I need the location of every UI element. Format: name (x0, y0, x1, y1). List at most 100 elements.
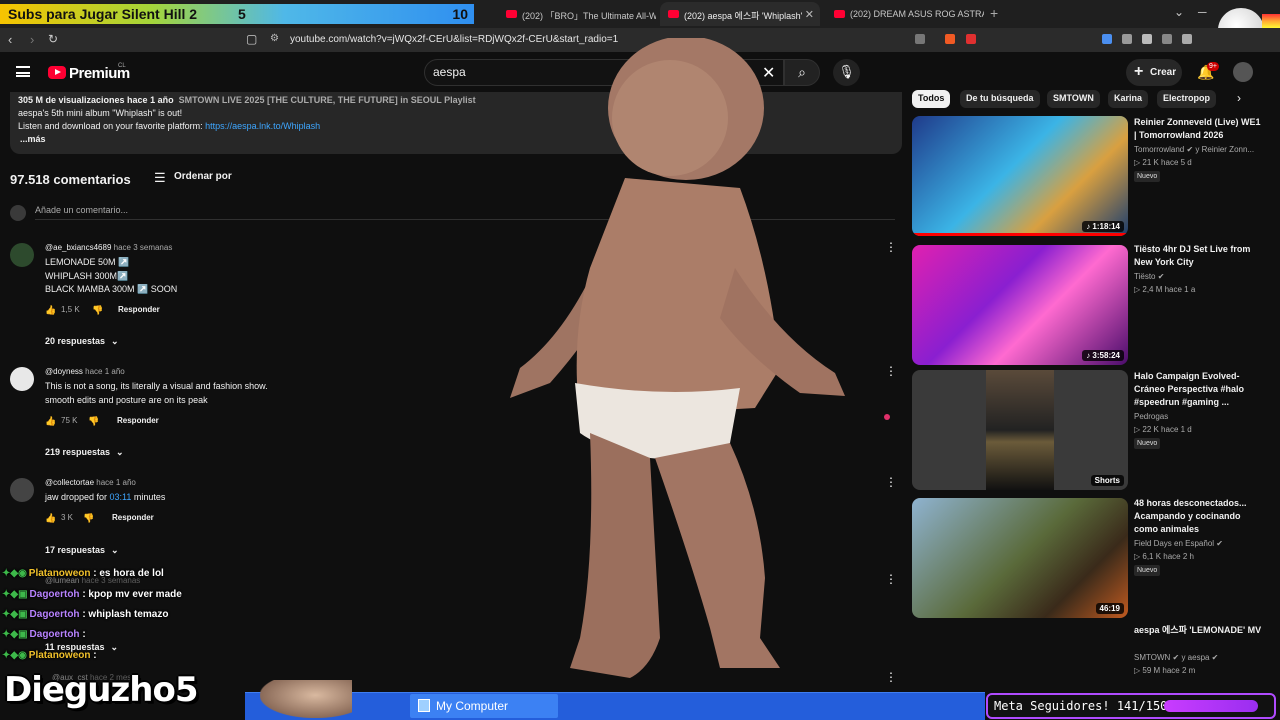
hand-overlay (260, 680, 352, 718)
playlist-tag[interactable]: SMTOWN LIVE 2025 [THE CULTURE, THE FUTUR… (179, 95, 476, 105)
replies-toggle[interactable]: 17 respuestas ⌄ (45, 545, 119, 556)
rewards-icon[interactable] (966, 34, 976, 44)
chat-badges-icon: ✦◆▣ (2, 629, 28, 640)
comment-author[interactable]: @doyness hace 1 año (45, 367, 125, 376)
chip-karina[interactable]: Karina (1108, 90, 1149, 108)
chat-message: ✦◆▣ Dagoertoh : (2, 629, 86, 640)
chat-badges-icon: ✦◆◉ (2, 650, 27, 661)
replies-toggle[interactable]: 219 respuestas ⌄ (45, 447, 124, 458)
browser-tab-1[interactable]: (202) 「BRO」The Ultimate All-White F (498, 2, 656, 26)
video-channel[interactable]: Field Days en Español ✔ (1134, 539, 1223, 548)
add-comment-input[interactable]: Añade un comentario... (35, 205, 128, 215)
brave-shield-icon[interactable] (945, 34, 955, 44)
sidebar-icon[interactable] (1182, 34, 1192, 44)
comment-more-icon[interactable]: ⋮ (885, 364, 897, 378)
site-settings-icon[interactable]: ⚙ (270, 33, 279, 44)
browser-tab-3[interactable]: (202) DREAM ASUS ROG ASTRAL RTX (826, 2, 984, 26)
dislike-icon[interactable]: 👎 (83, 513, 94, 524)
sort-button[interactable]: Ordenar por (174, 171, 232, 182)
back-icon[interactable]: ‹ (8, 32, 12, 47)
video-title[interactable]: Tiësto 4hr DJ Set Live from New York Cit… (1134, 243, 1262, 269)
show-more-link[interactable]: ...más (20, 134, 46, 144)
short-frame (986, 370, 1054, 490)
downloads-icon[interactable] (1162, 34, 1172, 44)
comment-age: hace 1 año (85, 367, 125, 376)
video-channel[interactable]: Tomorrowland ✔ y Reinier Zonn... (1134, 145, 1254, 154)
like-icon[interactable]: 👍 (45, 416, 56, 427)
video-channel[interactable]: SMTOWN ✔ y aespa ✔ (1134, 653, 1218, 662)
video-thumbnail[interactable]: 46:19 (912, 498, 1128, 618)
youtube-logo-icon[interactable] (48, 66, 66, 79)
video-title[interactable]: Reinier Zonneveld (Live) WE1 | Tomorrowl… (1134, 116, 1262, 142)
create-button[interactable]: + Crear (1126, 59, 1182, 86)
taskbar-my-computer-button: My Computer (410, 694, 558, 718)
comment-avatar[interactable] (10, 478, 34, 502)
extensions-puzzle-icon[interactable] (1142, 34, 1152, 44)
short-thumbnail[interactable]: Shorts (912, 370, 1128, 490)
bookmark-icon[interactable]: ▢ (246, 32, 257, 46)
description-link[interactable]: https://aespa.lnk.to/Whiplash (205, 121, 320, 131)
hamburger-menu-icon[interactable] (16, 66, 30, 77)
dislike-icon[interactable]: 👎 (92, 305, 103, 316)
video-meta: ▷ 59 M hace 2 m (1134, 666, 1196, 675)
comment-text-part: minutes (131, 492, 166, 502)
description-line: aespa's 5th mini album "Whiplash" is out… (18, 108, 183, 118)
comment-more-icon[interactable]: ⋮ (885, 670, 897, 684)
close-tab-icon[interactable]: ✕ (805, 8, 814, 21)
comment-age: hace 3 semanas (113, 243, 173, 252)
chips-next-chevron-icon[interactable]: › (1237, 91, 1241, 105)
video-channel[interactable]: Tiësto ✔ (1134, 272, 1164, 281)
video-thumbnail[interactable]: ♪ 3:58:24 (912, 245, 1128, 365)
chip-de-tu-busqueda[interactable]: De tu búsqueda (960, 90, 1040, 108)
video-thumbnail[interactable]: ♪ 1:18:14 (912, 116, 1128, 236)
tab-list-chevron-icon[interactable]: ⌄ (1174, 5, 1184, 19)
comment-more-icon[interactable]: ⋮ (885, 475, 897, 489)
browser-tab-2-active[interactable]: (202) aespa 에스파 'Whiplash' ✕ (660, 2, 820, 26)
comment-more-icon[interactable]: ⋮ (885, 572, 897, 586)
video-channel[interactable]: Pedrogas (1134, 412, 1168, 421)
tab-title: (202) DREAM ASUS ROG ASTRAL RTX (850, 9, 984, 19)
watch-progress-bar (912, 233, 1128, 236)
chip-todos[interactable]: Todos (912, 90, 951, 108)
cast-icon[interactable] (915, 34, 925, 44)
reload-icon[interactable]: ↻ (48, 32, 58, 46)
comment-author[interactable]: @collectortae hace 1 año (45, 478, 136, 487)
chat-badges-icon: ✦◆◉ (2, 568, 27, 579)
comment-avatar[interactable] (10, 367, 34, 391)
minimize-icon[interactable]: ─ (1198, 5, 1207, 19)
youtube-favicon-icon (668, 10, 679, 18)
create-label: Crear (1150, 67, 1177, 78)
comment-avatar[interactable] (10, 243, 34, 267)
account-avatar[interactable] (1233, 62, 1253, 82)
like-icon[interactable]: 👍 (45, 305, 56, 316)
reply-button[interactable]: Responder (117, 416, 159, 425)
comment-more-icon[interactable]: ⋮ (885, 240, 897, 254)
like-icon[interactable]: 👍 (45, 513, 56, 524)
reply-button[interactable]: Responder (112, 513, 154, 522)
reply-button[interactable]: Responder (118, 305, 160, 314)
chip-smtown[interactable]: SMTOWN (1047, 90, 1100, 108)
sort-icon[interactable]: ☰ (154, 170, 166, 186)
follower-goal-overlay: Meta Seguidores! 141/150 (986, 693, 1276, 719)
author-handle[interactable]: @ae_bxiancs4689 (45, 243, 111, 252)
author-handle[interactable]: @collectortae (45, 478, 94, 487)
shorts-badge: Shorts (1090, 475, 1124, 486)
video-title[interactable]: 48 horas desconectados... Acampando y co… (1134, 497, 1262, 536)
author-handle[interactable]: @doyness (45, 367, 83, 376)
video-duration: 46:19 (1095, 603, 1124, 614)
new-tab-button[interactable]: + (990, 5, 998, 21)
extension-1-icon[interactable] (1102, 34, 1112, 44)
youtube-favicon-icon (834, 10, 845, 18)
chip-electropop[interactable]: Electropop (1157, 90, 1217, 108)
video-title[interactable]: Halo Campaign Evolved- Cráneo Perspectiv… (1134, 370, 1262, 409)
comment-author[interactable]: @ae_bxiancs4689 hace 3 semanas (45, 243, 172, 252)
comment-line: LEMONADE 50M ↗️ (45, 257, 130, 267)
replies-toggle[interactable]: 20 respuestas ⌄ (45, 336, 119, 347)
forward-icon[interactable]: › (30, 32, 34, 47)
chat-text: : (93, 650, 97, 661)
mouse-cursor-marker (884, 414, 890, 420)
dislike-icon[interactable]: 👎 (88, 416, 99, 427)
timestamp-link[interactable]: 03:11 (110, 492, 132, 502)
video-title[interactable]: aespa 에스파 'LEMONADE' MV (1134, 624, 1262, 637)
extension-2-icon[interactable] (1122, 34, 1132, 44)
